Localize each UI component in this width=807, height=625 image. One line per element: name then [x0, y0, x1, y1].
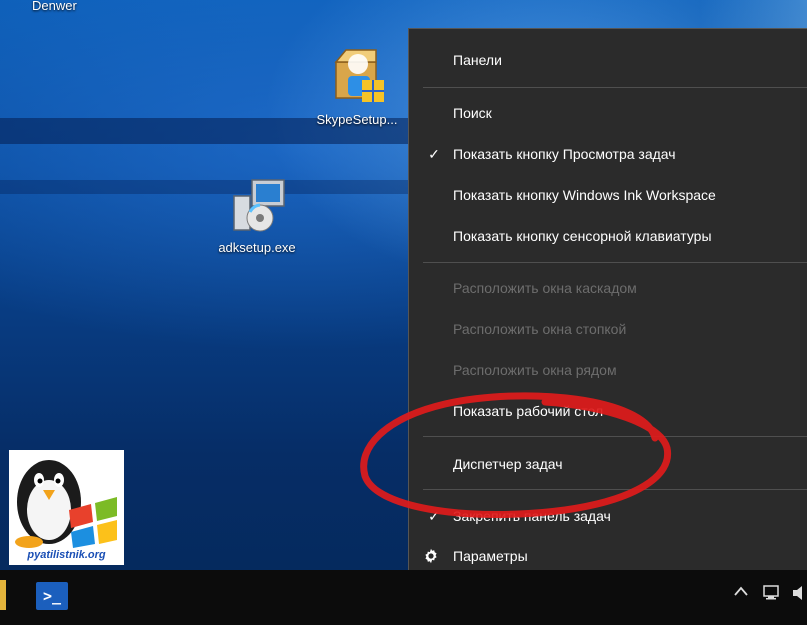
taskbar-context-menu: Панели Поиск ✓ Показать кнопку Просмотра… [408, 28, 807, 586]
desktop-icon-label: SkypeSetup... [316, 112, 398, 127]
menu-item-cascade-windows: Расположить окна каскадом [409, 271, 807, 305]
menu-item-label: Поиск [453, 105, 492, 121]
menu-item-show-task-view-button[interactable]: ✓ Показать кнопку Просмотра задач [409, 137, 807, 171]
menu-item-lock-taskbar[interactable]: ✓ Закрепить панель задач [409, 499, 807, 533]
desktop-icon-skypesetup[interactable]: SkypeSetup... [307, 46, 407, 127]
menu-item-task-manager[interactable]: Диспетчер задач [409, 447, 807, 481]
installer-package-icon [334, 49, 384, 102]
menu-item-label: Расположить окна стопкой [453, 321, 627, 337]
menu-separator [423, 489, 807, 490]
menu-item-label: Закрепить панель задач [453, 508, 611, 524]
menu-item-side-by-side-windows: Расположить окна рядом [409, 353, 807, 387]
menu-item-label: Показать кнопку сенсорной клавиатуры [453, 228, 712, 244]
gear-icon [425, 548, 437, 564]
menu-item-show-desktop[interactable]: Показать рабочий стол [409, 394, 807, 428]
menu-item-panels[interactable]: Панели [409, 43, 807, 77]
setup-computer-icon [233, 179, 285, 232]
file-explorer-button[interactable] [0, 580, 6, 610]
menu-item-label: Параметры [453, 548, 528, 564]
chevron-up-icon[interactable] [733, 584, 749, 602]
menu-separator [423, 87, 807, 88]
menu-item-settings[interactable]: Параметры [409, 539, 807, 573]
menu-item-show-windows-ink-button[interactable]: Показать кнопку Windows Ink Workspace [409, 178, 807, 212]
menu-separator [423, 436, 807, 437]
menu-item-label: Показать кнопку Windows Ink Workspace [453, 187, 716, 203]
checkmark-icon: ✓ [428, 507, 440, 524]
logo-caption: pyatilistnik.org [27, 549, 106, 561]
menu-item-label: Расположить окна рядом [453, 362, 617, 378]
menu-item-label: Показать кнопку Просмотра задач [453, 146, 676, 162]
network-icon[interactable] [762, 584, 784, 607]
menu-item-search[interactable]: Поиск [409, 96, 807, 130]
menu-item-label: Расположить окна каскадом [453, 280, 637, 296]
desktop-icon-adksetup[interactable]: adksetup.exe [207, 176, 307, 255]
menu-item-label: Диспетчер задач [453, 456, 563, 472]
menu-item-show-touch-keyboard-button[interactable]: Показать кнопку сенсорной клавиатуры [409, 219, 807, 253]
site-logo: pyatilistnik.org [9, 450, 124, 565]
penguin-logo-icon [15, 460, 117, 548]
powershell-icon: >_ [42, 587, 62, 605]
volume-icon[interactable] [792, 584, 807, 607]
desktop-icon-label: adksetup.exe [218, 240, 296, 255]
checkmark-icon: ✓ [428, 145, 440, 162]
taskbar: >_ [0, 570, 807, 625]
menu-separator [423, 262, 807, 263]
powershell-button[interactable]: >_ [36, 582, 68, 610]
desktop-folder-label-denwer[interactable]: Denwer [32, 0, 77, 13]
menu-item-label: Показать рабочий стол [453, 403, 604, 419]
menu-item-label: Панели [453, 52, 502, 68]
menu-item-stack-windows: Расположить окна стопкой [409, 312, 807, 346]
